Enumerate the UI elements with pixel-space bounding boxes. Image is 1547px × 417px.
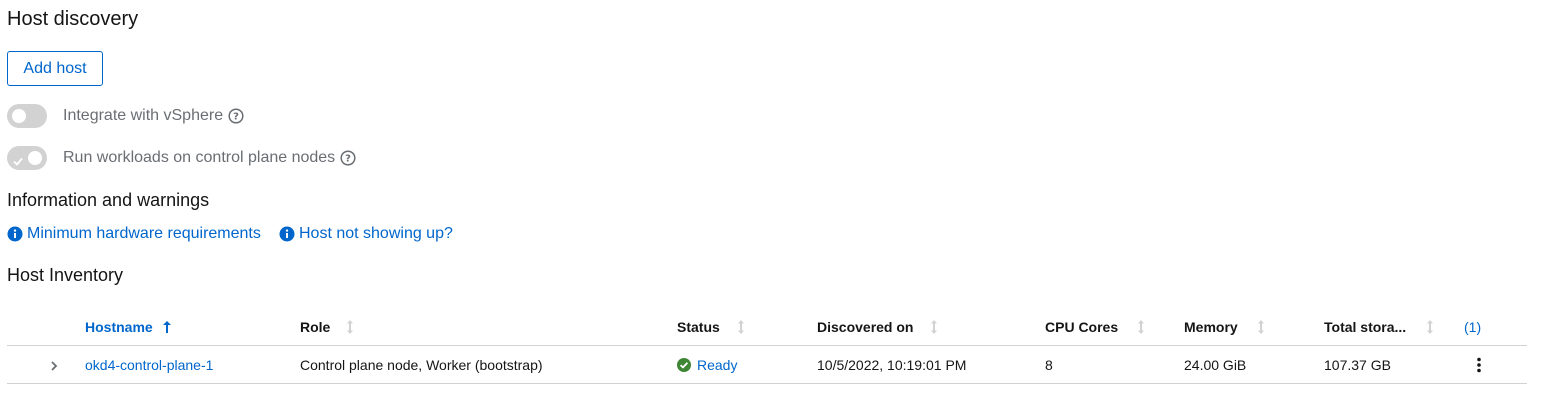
column-header-hostname-text: Hostname [85,319,153,335]
row-memory: 24.00 GiB [1184,357,1247,373]
add-host-button[interactable]: Add host [7,51,103,86]
column-header-role[interactable]: Role [300,318,354,336]
info-section-title: Information and warnings [7,190,210,210]
row-status-text: Ready [697,357,738,373]
integrate-vsphere-label: Integrate with vSphere ? [63,106,244,126]
min-hardware-requirements-link[interactable]: Minimum hardware requirements [7,224,261,244]
column-header-memory-text: Memory [1184,319,1238,335]
info-circle-icon [279,226,295,242]
kebab-icon[interactable] [1476,357,1482,378]
sort-icon [930,320,938,334]
toggle-knob [12,109,26,123]
integrate-vsphere-toggle[interactable] [7,104,47,128]
page-title: Host discovery [7,8,139,30]
sort-icon [346,320,354,334]
check-circle-icon [677,358,691,372]
run-workloads-control-plane-toggle[interactable] [7,146,47,170]
column-header-total-storage-text: Total stora... [1324,319,1407,335]
row-hostname-link[interactable]: okd4-control-plane-1 [85,356,213,374]
table-row-divider [7,383,1527,384]
column-management-count[interactable]: (1) [1464,318,1481,336]
check-icon [13,153,23,171]
svg-text:?: ? [233,112,239,123]
svg-text:?: ? [345,154,351,165]
column-header-memory[interactable]: Memory [1184,318,1265,336]
column-header-role-text: Role [300,319,331,335]
column-header-hostname[interactable]: Hostname [85,318,171,336]
row-cpu-cores: 8 [1045,357,1053,373]
sort-icon [1257,320,1265,334]
column-header-cpu-cores[interactable]: CPU Cores [1045,318,1145,336]
info-circle-icon [7,226,23,242]
run-workloads-text: Run workloads on control plane nodes [63,149,336,166]
integrate-vsphere-text: Integrate with vSphere [63,107,224,124]
chevron-right-icon[interactable] [50,359,58,377]
sort-icon [1426,320,1434,334]
toggle-knob [28,151,42,165]
sort-asc-icon [162,321,171,333]
min-hardware-requirements-text: Minimum hardware requirements [27,225,261,242]
host-inventory-title: Host Inventory [7,265,124,285]
column-header-status[interactable]: Status [677,318,745,336]
row-total-storage: 107.37 GB [1324,357,1391,373]
host-not-showing-link[interactable]: Host not showing up? [279,224,453,244]
column-header-discovered-on[interactable]: Discovered on [817,318,938,336]
host-not-showing-text: Host not showing up? [299,225,453,242]
column-header-total-storage[interactable]: Total stora... [1324,318,1434,336]
column-header-status-text: Status [677,319,720,335]
row-role: Control plane node, Worker (bootstrap) [300,357,543,373]
table-header-divider [7,345,1527,346]
row-discovered-on: 10/5/2022, 10:19:01 PM [817,357,967,373]
column-header-cpu-cores-text: CPU Cores [1045,319,1119,335]
sort-icon [737,320,745,334]
run-workloads-label: Run workloads on control plane nodes ? [63,148,356,168]
question-circle-icon[interactable]: ? [228,108,244,124]
row-status[interactable]: Ready [677,356,737,374]
sort-icon [1137,320,1145,334]
column-header-discovered-on-text: Discovered on [817,319,914,335]
question-circle-icon[interactable]: ? [340,150,356,166]
